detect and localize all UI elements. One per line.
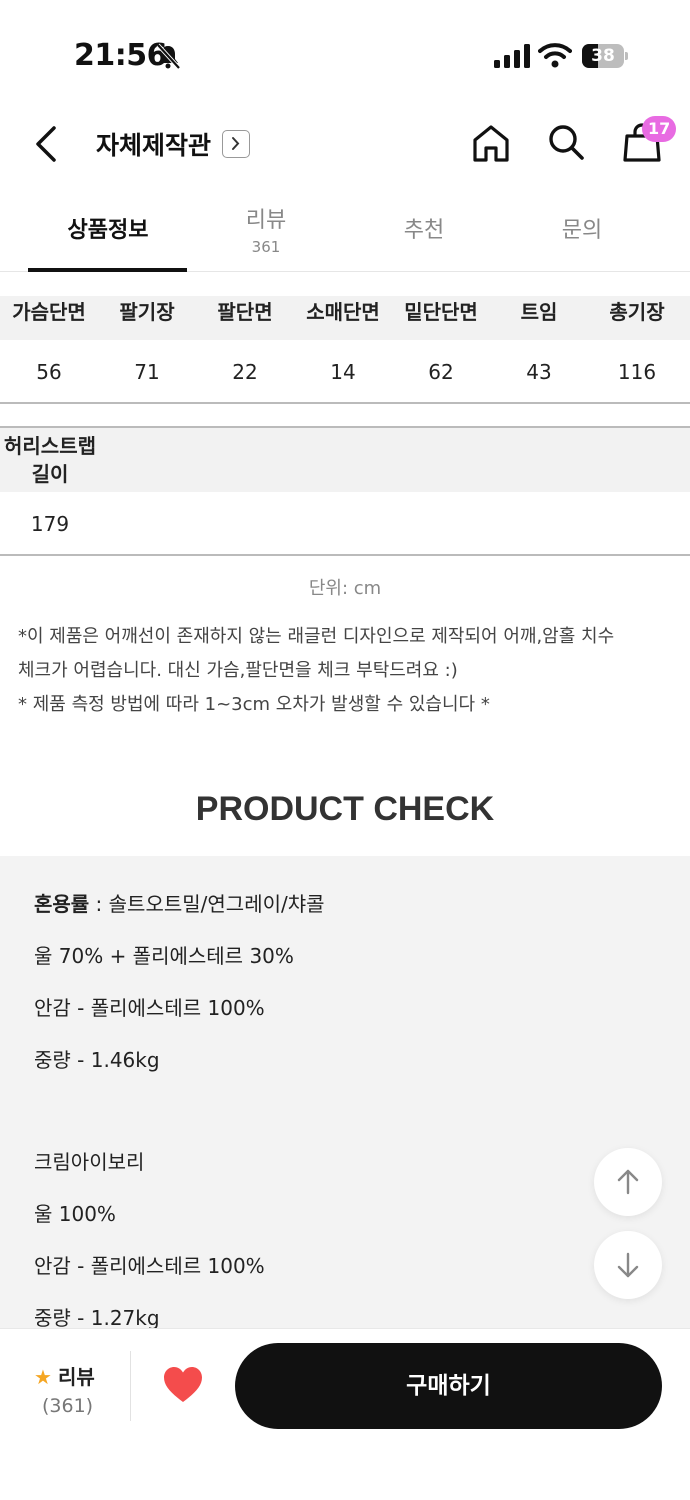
product-tabs: 상품정보 리뷰 361 추천 문의 bbox=[0, 190, 690, 272]
bottom-action-bar: ★ 리뷰 (361) 구매하기 bbox=[0, 1328, 690, 1500]
tab-label: 문의 bbox=[561, 218, 603, 243]
size-header-cell: 밑단단면 bbox=[404, 300, 478, 324]
tab-review-count: 361 bbox=[251, 238, 281, 256]
strap-header-line1: 허리스트랩 bbox=[4, 434, 96, 458]
heart-icon[interactable] bbox=[162, 1365, 204, 1405]
strap-header-line2: 길이 bbox=[31, 462, 69, 486]
size-header-cell: 총기장 bbox=[609, 300, 665, 324]
blend-colors: : 솔트오트밀/연그레이/챠콜 bbox=[89, 892, 325, 916]
check-line: 울 70% + 폴리에스테르 30% bbox=[34, 944, 294, 968]
review-summary-button[interactable]: ★ 리뷰 bbox=[34, 1361, 95, 1390]
signal-icon bbox=[494, 44, 530, 68]
battery-percent: 38 bbox=[591, 46, 615, 66]
note-line: * 제품 측정 방법에 따라 1~3cm 오차가 발생할 수 있습니다 * bbox=[18, 694, 490, 715]
back-button[interactable] bbox=[26, 122, 70, 166]
buy-button[interactable]: 구매하기 bbox=[235, 1343, 662, 1429]
size-value-cell: 14 bbox=[330, 360, 356, 384]
review-label: 리뷰 bbox=[57, 1365, 95, 1389]
tab-inquiry[interactable]: 문의 bbox=[502, 190, 662, 272]
product-check-title: PRODUCT CHECK bbox=[195, 790, 495, 828]
tab-label: 추천 bbox=[403, 218, 445, 243]
size-value-cell: 43 bbox=[526, 360, 552, 384]
size-header-cell: 가슴단면 bbox=[12, 300, 86, 324]
wifi-icon bbox=[538, 43, 572, 68]
chevron-right-icon[interactable] bbox=[222, 130, 250, 158]
tab-product-info[interactable]: 상품정보 bbox=[28, 190, 188, 272]
size-table: 가슴단면 팔기장 팔단면 소매단면 밑단단면 트임 총기장 56 71 22 1… bbox=[0, 296, 690, 404]
star-icon: ★ bbox=[34, 1365, 52, 1389]
strap-table-header: 허리스트랩 길이 bbox=[0, 428, 690, 492]
strap-table-row: 179 bbox=[0, 492, 690, 556]
cart-count-badge: 17 bbox=[642, 116, 677, 142]
arrow-down-icon bbox=[617, 1252, 639, 1278]
check-line: 안감 - 폴리에스테르 100% bbox=[34, 1254, 265, 1278]
blend-label: 혼용률 bbox=[34, 892, 90, 916]
size-value-cell: 22 bbox=[232, 360, 258, 384]
divider bbox=[130, 1351, 131, 1421]
strap-table: 허리스트랩 길이 179 bbox=[0, 426, 690, 556]
check-line: 울 100% bbox=[34, 1202, 116, 1226]
bell-muted-icon bbox=[156, 43, 181, 70]
tab-reviews[interactable]: 리뷰 361 bbox=[186, 190, 346, 272]
size-table-row: 56 71 22 14 62 43 116 bbox=[0, 340, 690, 404]
strap-value-cell: 179 bbox=[30, 512, 70, 536]
check-line: 중량 - 1.46kg bbox=[34, 1048, 160, 1072]
size-header-cell: 소매단면 bbox=[306, 300, 380, 324]
battery-icon: 38 bbox=[582, 44, 628, 68]
tab-recommend[interactable]: 추천 bbox=[344, 190, 504, 272]
strap-header-cell: 허리스트랩 길이 bbox=[0, 432, 100, 488]
size-value-cell: 71 bbox=[134, 360, 160, 384]
size-value-cell: 56 bbox=[36, 360, 62, 384]
tab-label: 상품정보 bbox=[67, 218, 149, 243]
active-tab-indicator bbox=[28, 268, 187, 272]
status-bar: 21:56 38 bbox=[0, 0, 690, 110]
size-header-cell: 팔단면 bbox=[217, 300, 273, 324]
size-notes: *이 제품은 어깨선이 존재하지 않는 래글런 디자인으로 제작되어 어깨,암홀… bbox=[18, 620, 678, 722]
blend-line: 혼용률 : 솔트오트밀/연그레이/챠콜 bbox=[34, 888, 325, 917]
check-line: 중량 - 1.27kg bbox=[34, 1306, 160, 1330]
size-header-cell: 트임 bbox=[520, 300, 558, 324]
scroll-top-button[interactable] bbox=[594, 1148, 662, 1216]
unit-label: 단위: cm bbox=[308, 578, 382, 599]
size-value-cell: 62 bbox=[428, 360, 454, 384]
check-line: 크림아이보리 bbox=[34, 1150, 145, 1174]
review-count: (361) bbox=[42, 1395, 94, 1417]
check-line: 안감 - 폴리에스테르 100% bbox=[34, 996, 265, 1020]
scroll-bottom-button[interactable] bbox=[594, 1231, 662, 1299]
size-header-cell: 팔기장 bbox=[119, 300, 175, 324]
shop-title[interactable]: 자체제작관 bbox=[96, 126, 211, 162]
arrow-up-icon bbox=[617, 1169, 639, 1195]
app-header: 자체제작관 bbox=[0, 110, 690, 182]
tab-label: 리뷰 bbox=[245, 208, 287, 233]
home-icon[interactable] bbox=[470, 122, 512, 164]
size-table-header: 가슴단면 팔기장 팔단면 소매단면 밑단단면 트임 총기장 bbox=[0, 296, 690, 340]
search-icon[interactable] bbox=[546, 122, 586, 162]
note-line: *이 제품은 어깨선이 존재하지 않는 래글런 디자인으로 제작되어 어깨,암홀… bbox=[18, 626, 615, 647]
size-value-cell: 116 bbox=[617, 360, 657, 384]
product-check-panel: 혼용률 : 솔트오트밀/연그레이/챠콜 울 70% + 폴리에스테르 30% 안… bbox=[0, 856, 690, 1336]
note-line: 체크가 어렵습니다. 대신 가슴,팔단면을 체크 부탁드려요 :) bbox=[18, 660, 458, 681]
